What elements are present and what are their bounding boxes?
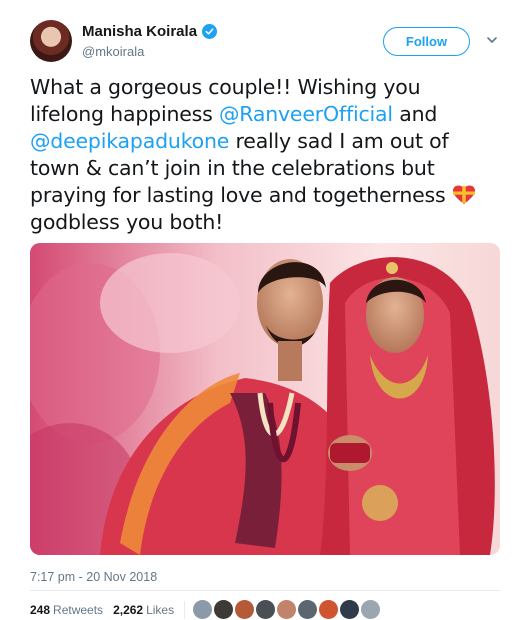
liker-avatar[interactable] xyxy=(298,600,318,619)
mention-link[interactable]: @RanveerOfficial xyxy=(219,102,393,126)
tweet-text-line: godbless you both! xyxy=(30,210,224,234)
divider xyxy=(30,590,500,591)
tweet-text-line: praying for lasting love and togethernes… xyxy=(30,183,452,207)
liker-avatar[interactable] xyxy=(193,600,213,619)
author-handle[interactable]: @mkoirala xyxy=(82,44,144,59)
liker-avatar[interactable] xyxy=(340,600,360,619)
chevron-down-icon[interactable] xyxy=(485,33,499,47)
likes-count: 2,262 xyxy=(113,602,144,617)
mention-link[interactable]: @deepikapadukone xyxy=(30,129,229,153)
liker-avatar[interactable] xyxy=(214,600,234,619)
heart-gift-emoji xyxy=(452,185,475,204)
retweets-count: 248 xyxy=(30,602,51,617)
tweet-timestamp[interactable]: 7:17 pm - 20 Nov 2018 xyxy=(30,570,157,584)
stats-divider xyxy=(184,600,186,619)
tweet-stats: 248 Retweets 2,262 Likes xyxy=(30,600,381,619)
liker-avatar[interactable] xyxy=(277,600,297,619)
retweets-stat[interactable]: 248 Retweets xyxy=(30,603,103,617)
author-name[interactable]: Manisha Koirala xyxy=(82,23,197,40)
tweet-text-line: really sad I am out of xyxy=(229,129,449,153)
liker-avatar[interactable] xyxy=(235,600,255,619)
tweet-photo[interactable] xyxy=(30,243,500,555)
tweet-text-line: What a gorgeous couple!! Wishing you xyxy=(30,75,421,99)
likers-avatars xyxy=(193,600,381,619)
tweet-header: Manisha Koirala @mkoirala Follow xyxy=(30,18,505,64)
tweet-text-line: and xyxy=(392,102,438,126)
likes-label: Likes xyxy=(146,602,175,617)
retweets-label: Retweets xyxy=(53,602,104,617)
liker-avatar[interactable] xyxy=(256,600,276,619)
avatar[interactable] xyxy=(30,20,72,62)
wedding-photo-image xyxy=(30,243,500,555)
likes-stat[interactable]: 2,262 Likes xyxy=(113,603,174,617)
author-name-row: Manisha Koirala xyxy=(82,23,218,40)
follow-button[interactable]: Follow xyxy=(383,27,470,56)
tweet-text: What a gorgeous couple!! Wishing you lif… xyxy=(30,74,500,236)
tweet-text-line: town & can’t join in the celebrations bu… xyxy=(30,156,435,180)
tweet-card: Manisha Koirala @mkoirala Follow What a … xyxy=(0,0,532,620)
verified-badge-icon xyxy=(202,24,218,39)
tweet-text-line: lifelong happiness xyxy=(30,102,219,126)
liker-avatar[interactable] xyxy=(319,600,339,619)
liker-avatar[interactable] xyxy=(361,600,381,619)
